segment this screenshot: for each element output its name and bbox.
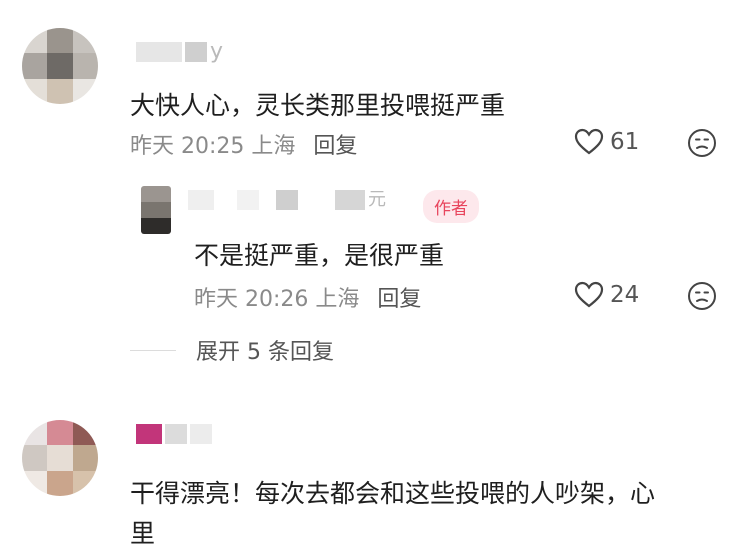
username[interactable]: y [136, 39, 224, 64]
comment-text-overflow: 里 [130, 519, 156, 548]
reply-username-suffix: 元 [368, 189, 386, 210]
username-suffix: y [210, 39, 224, 64]
like-button[interactable]: 61 [574, 128, 639, 155]
comment-meta: 昨天 20:25 上海 回复 [130, 128, 357, 160]
reply-username[interactable]: 元 [188, 190, 386, 210]
reply-text[interactable]: 不是挺严重，是很严重 [194, 236, 444, 272]
reply-meta: 昨天 20:26 上海 回复 [194, 281, 421, 313]
author-tag: 作者 [423, 190, 479, 223]
reply-button[interactable]: 回复 [313, 134, 357, 159]
heart-outline-icon [574, 281, 604, 308]
avatar[interactable] [22, 28, 98, 104]
comment-text[interactable]: 大快人心，灵长类那里投喂挺严重 [130, 86, 505, 122]
reply-like-count: 24 [610, 281, 640, 308]
expand-replies-label: 展开 5 条回复 [196, 340, 334, 365]
dislike-face-icon[interactable] [687, 128, 717, 158]
username[interactable] [136, 424, 212, 444]
comment-time-location: 昨天 20:25 上海 [130, 134, 296, 159]
heart-outline-icon [574, 128, 604, 155]
dislike-face-icon[interactable] [687, 281, 717, 311]
reply-like-button[interactable]: 24 [574, 281, 639, 308]
reply-time-location: 昨天 20:26 上海 [194, 287, 360, 312]
expand-replies[interactable]: 展开 5 条回复 [130, 334, 334, 366]
avatar[interactable] [22, 420, 98, 496]
divider-line [130, 349, 176, 351]
comment-text[interactable]: 干得漂亮！每次去都会和这些投喂的人吵架，心 [130, 474, 655, 510]
like-count: 61 [610, 128, 640, 155]
reply-avatar[interactable] [141, 186, 171, 234]
reply-reply-button[interactable]: 回复 [377, 287, 421, 312]
